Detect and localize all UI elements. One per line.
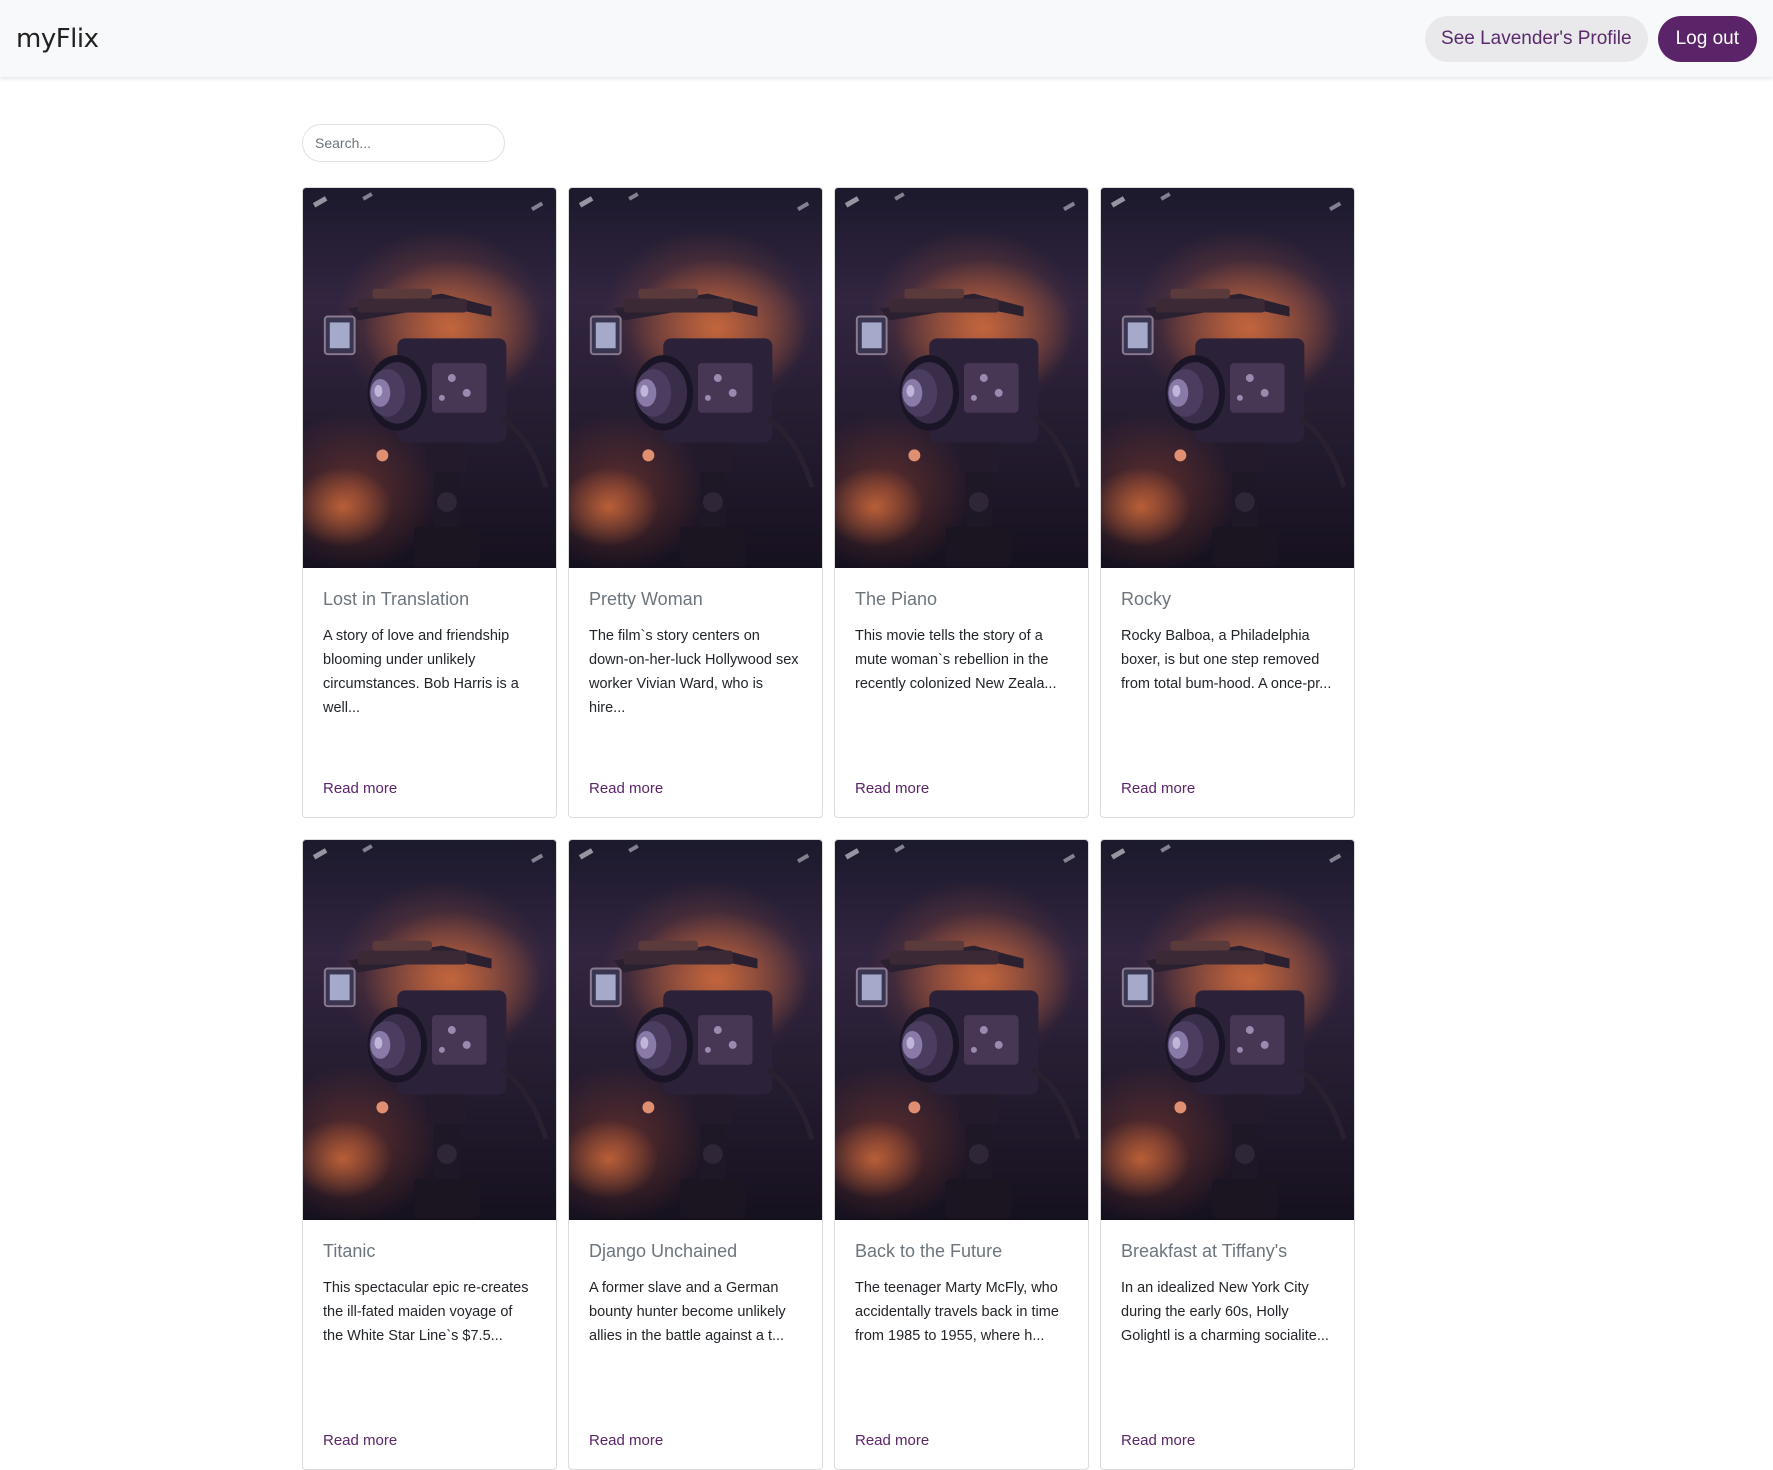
movie-title: Django Unchained	[589, 1241, 738, 1261]
movie-poster-image	[835, 840, 1088, 1220]
card-body: Lost in Translation A story of love and …	[303, 568, 556, 720]
movie-card: Pretty Woman The film`s story centers on…	[568, 187, 823, 818]
movie-title: The Piano	[855, 589, 938, 609]
camera-icon	[1101, 189, 1354, 567]
movie-card: Titanic This spectacular epic re-creates…	[302, 839, 557, 1470]
movie-description: A story of love and friendship blooming …	[323, 628, 519, 717]
movie-poster-image	[1101, 188, 1354, 568]
movie-description: Rocky Balboa, a Philadelphia boxer, is b…	[1121, 628, 1332, 693]
logout-button[interactable]: Log out	[1657, 15, 1757, 62]
read-more-link[interactable]: Read more	[1121, 780, 1195, 797]
camera-icon	[569, 189, 822, 567]
camera-icon	[303, 841, 556, 1219]
movie-poster-image	[303, 188, 556, 568]
card-body: Breakfast at Tiffany's In an idealized N…	[1101, 1220, 1354, 1348]
camera-icon	[835, 189, 1088, 567]
movie-poster-image	[1101, 840, 1354, 1220]
movie-card: Lost in Translation A story of love and …	[302, 187, 557, 818]
read-more-link[interactable]: Read more	[1121, 1432, 1195, 1449]
navbar: myFlix See Lavender's Profile Log out	[0, 0, 1773, 77]
movie-title: Back to the Future	[855, 1241, 1003, 1261]
search-input[interactable]	[302, 124, 505, 162]
movie-description: A former slave and a German bounty hunte…	[589, 1280, 786, 1345]
movie-card: Breakfast at Tiffany's In an idealized N…	[1100, 839, 1355, 1470]
movie-card: Rocky Rocky Balboa, a Philadelphia boxer…	[1100, 187, 1355, 818]
see-profile-button[interactable]: See Lavender's Profile	[1425, 15, 1648, 62]
read-more-link[interactable]: Read more	[589, 1432, 663, 1449]
brand-logo[interactable]: myFlix	[16, 24, 99, 54]
read-more-link[interactable]: Read more	[855, 780, 929, 797]
search-wrapper	[302, 124, 505, 162]
movie-title: Pretty Woman	[589, 589, 703, 609]
movie-grid: Lost in Translation A story of love and …	[302, 187, 1355, 1470]
read-more-link[interactable]: Read more	[323, 1432, 397, 1449]
movie-title: Breakfast at Tiffany's	[1121, 1241, 1288, 1261]
movie-description: The film`s story centers on down-on-her-…	[589, 628, 799, 717]
movie-title: Titanic	[323, 1241, 376, 1261]
nav-actions: See Lavender's Profile Log out	[1425, 15, 1757, 62]
movie-title: Rocky	[1121, 589, 1172, 609]
read-more-link[interactable]: Read more	[589, 780, 663, 797]
movie-title: Lost in Translation	[323, 589, 470, 609]
movie-poster-image	[569, 840, 822, 1220]
movie-poster-image	[569, 188, 822, 568]
movie-description: This movie tells the story of a mute wom…	[855, 628, 1057, 693]
read-more-link[interactable]: Read more	[855, 1432, 929, 1449]
movie-description: The teenager Marty McFly, who accidental…	[855, 1280, 1059, 1345]
movie-card: The Piano This movie tells the story of …	[834, 187, 1089, 818]
movie-description: In an idealized New York City during the…	[1121, 1280, 1329, 1345]
movie-description: This spectacular epic re-creates the ill…	[323, 1280, 529, 1345]
movie-poster-image	[303, 840, 556, 1220]
camera-icon	[835, 841, 1088, 1219]
camera-icon	[1101, 841, 1354, 1219]
card-body: Rocky Rocky Balboa, a Philadelphia boxer…	[1101, 568, 1354, 696]
movie-card: Django Unchained A former slave and a Ge…	[568, 839, 823, 1470]
card-body: Back to the Future The teenager Marty Mc…	[835, 1220, 1088, 1348]
card-body: Django Unchained A former slave and a Ge…	[569, 1220, 822, 1348]
camera-icon	[303, 189, 556, 567]
movie-card: Back to the Future The teenager Marty Mc…	[834, 839, 1089, 1470]
card-body: Titanic This spectacular epic re-creates…	[303, 1220, 556, 1348]
read-more-link[interactable]: Read more	[323, 780, 397, 797]
card-body: Pretty Woman The film`s story centers on…	[569, 568, 822, 720]
camera-icon	[569, 841, 822, 1219]
movie-poster-image	[835, 188, 1088, 568]
card-body: The Piano This movie tells the story of …	[835, 568, 1088, 696]
